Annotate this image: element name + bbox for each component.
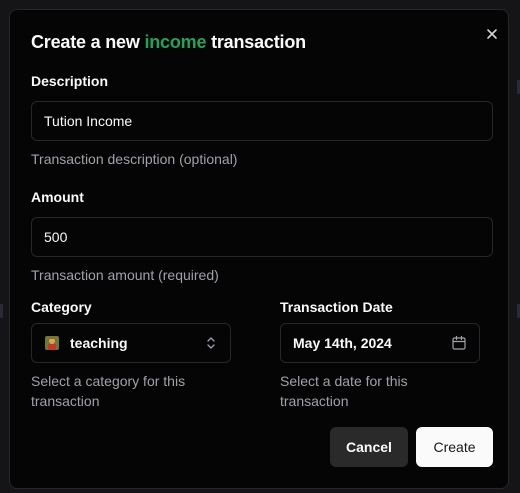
description-help: Transaction description (optional) bbox=[31, 151, 238, 167]
amount-label: Amount bbox=[31, 189, 84, 205]
category-select[interactable]: teaching bbox=[31, 323, 231, 363]
close-icon bbox=[487, 29, 497, 39]
category-value: teaching bbox=[70, 335, 128, 351]
amount-input[interactable] bbox=[31, 217, 493, 257]
category-label: Category bbox=[31, 299, 92, 315]
amount-help: Transaction amount (required) bbox=[31, 267, 219, 283]
calendar-icon bbox=[452, 335, 466, 350]
date-value: May 14th, 2024 bbox=[293, 335, 392, 351]
description-input[interactable] bbox=[31, 101, 493, 141]
description-label: Description bbox=[31, 73, 109, 89]
create-button[interactable]: Create bbox=[416, 427, 493, 467]
date-help: Select a date for this transaction bbox=[280, 373, 408, 409]
chevrons-up-down-icon bbox=[207, 337, 215, 349]
close-button[interactable] bbox=[484, 26, 500, 42]
title-suffix: transaction bbox=[206, 32, 306, 52]
teacher-emoji-icon bbox=[45, 336, 59, 350]
create-transaction-dialog: Create a new income transaction Descript… bbox=[9, 9, 509, 489]
dialog-title: Create a new income transaction bbox=[31, 32, 306, 53]
cancel-button[interactable]: Cancel bbox=[330, 427, 408, 467]
title-prefix: Create a new bbox=[31, 32, 145, 52]
date-picker-button[interactable]: May 14th, 2024 bbox=[280, 323, 480, 363]
date-label: Transaction Date bbox=[280, 299, 393, 315]
category-help: Select a category for this transaction bbox=[31, 373, 186, 409]
title-accent: income bbox=[144, 32, 207, 52]
